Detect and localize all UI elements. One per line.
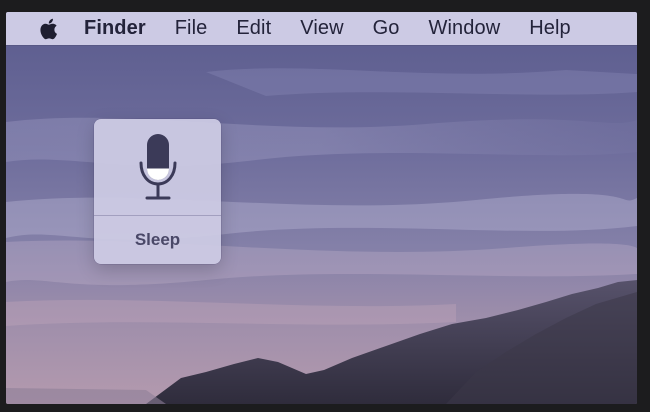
menu-item-window[interactable]: Window [429,12,501,45]
menu-item-help[interactable]: Help [529,12,571,45]
screen: Finder File Edit View Go Window Help Sle… [6,12,637,404]
microphone-area[interactable] [94,119,221,215]
menu-item-go[interactable]: Go [373,12,400,45]
mic-level-fill [146,168,169,180]
menu-bar: Finder File Edit View Go Window Help [6,12,637,45]
menu-item-file[interactable]: File [175,12,208,45]
menu-item-edit[interactable]: Edit [236,12,271,45]
voice-status-label: Sleep [134,230,181,249]
menu-item-view[interactable]: View [300,12,343,45]
microphone-icon [139,134,176,200]
menu-item-finder[interactable]: Finder [84,12,146,45]
voice-control-panel[interactable]: Sleep [94,119,221,264]
apple-logo-icon[interactable] [36,17,60,41]
